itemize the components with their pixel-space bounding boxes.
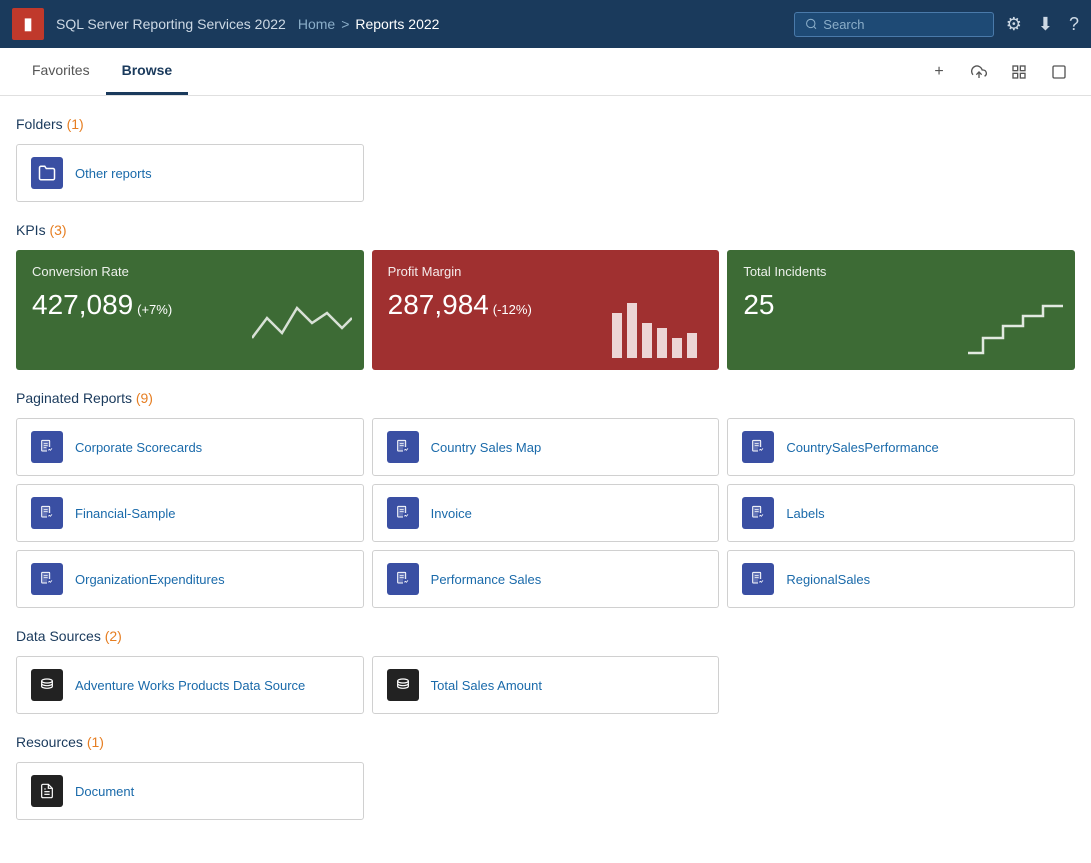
grid-icon <box>1011 64 1027 80</box>
download-icon[interactable]: ⬇ <box>1038 14 1053 35</box>
folders-count: (1) <box>67 116 84 132</box>
report-label: Performance Sales <box>431 572 542 587</box>
list-item[interactable]: Financial-Sample <box>16 484 364 542</box>
kpi-conversion-rate[interactable]: Conversion Rate 427,089 (+7%) <box>16 250 364 370</box>
list-item[interactable]: CountrySalesPerformance <box>727 418 1075 476</box>
folders-grid: Other reports <box>16 144 1075 202</box>
list-item[interactable]: Performance Sales <box>372 550 720 608</box>
kpis-section-header: KPIs (3) <box>16 222 1075 238</box>
upload-button[interactable] <box>963 56 995 88</box>
report-label: RegionalSales <box>786 572 870 587</box>
grid-view-button[interactable] <box>1003 56 1035 88</box>
list-item[interactable]: Adventure Works Products Data Source <box>16 656 364 714</box>
resource-label: Document <box>75 784 134 799</box>
report-label: OrganizationExpenditures <box>75 572 225 587</box>
report-icon <box>31 431 63 463</box>
folder-icon <box>31 157 63 189</box>
settings-icon[interactable]: ⚙ <box>1006 14 1022 35</box>
datasources-grid: Adventure Works Products Data Source Tot… <box>16 656 1075 714</box>
breadcrumb-home[interactable]: Home <box>298 16 335 32</box>
report-label: Financial-Sample <box>75 506 175 521</box>
kpi-change: (+7%) <box>137 302 172 317</box>
list-item[interactable]: Country Sales Map <box>372 418 720 476</box>
kpi-bar-chart <box>607 298 707 358</box>
resources-section-header: Resources (1) <box>16 734 1075 750</box>
list-item[interactable]: RegionalSales <box>727 550 1075 608</box>
report-icon <box>742 497 774 529</box>
list-item[interactable]: Corporate Scorecards <box>16 418 364 476</box>
list-item[interactable]: Invoice <box>372 484 720 542</box>
kpi-total-incidents[interactable]: Total Incidents 25 <box>727 250 1075 370</box>
report-icon <box>387 497 419 529</box>
reports-section-header: Paginated Reports (9) <box>16 390 1075 406</box>
new-button[interactable]: + <box>923 56 955 88</box>
report-label: Corporate Scorecards <box>75 440 202 455</box>
report-label: CountrySalesPerformance <box>786 440 938 455</box>
kpi-profit-margin[interactable]: Profit Margin 287,984 (-12%) <box>372 250 720 370</box>
breadcrumb-separator: > <box>341 16 349 32</box>
upload-icon <box>971 64 987 80</box>
datasources-count: (2) <box>105 628 122 644</box>
details-view-button[interactable] <box>1043 56 1075 88</box>
report-icon <box>742 431 774 463</box>
kpi-title: Conversion Rate <box>32 264 348 279</box>
reports-count: (9) <box>136 390 153 406</box>
kpi-value: 427,089 <box>32 289 133 320</box>
search-icon <box>805 17 818 31</box>
search-box[interactable] <box>794 12 994 37</box>
tab-browse[interactable]: Browse <box>106 48 189 95</box>
folder-label: Other reports <box>75 166 152 181</box>
folders-section-header: Folders (1) <box>16 116 1075 132</box>
resources-count: (1) <box>87 734 104 750</box>
reports-grid: Corporate Scorecards Country Sales Map <box>16 418 1075 608</box>
details-icon <box>1051 64 1067 80</box>
kpi-step-chart <box>963 298 1063 358</box>
help-icon[interactable]: ? <box>1069 14 1079 35</box>
kpi-value: 25 <box>743 289 774 320</box>
datasource-icon <box>387 669 419 701</box>
kpi-title: Profit Margin <box>388 264 704 279</box>
report-icon <box>387 431 419 463</box>
list-item[interactable]: Other reports <box>16 144 364 202</box>
app-header: ▮ SQL Server Reporting Services 2022 Hom… <box>0 0 1091 48</box>
kpis-count: (3) <box>49 222 66 238</box>
datasources-section-header: Data Sources (2) <box>16 628 1075 644</box>
breadcrumb-current: Reports 2022 <box>355 16 439 32</box>
list-item[interactable]: Document <box>16 762 364 820</box>
main-content: Folders (1) Other reports KPIs (3) Conve… <box>0 96 1091 863</box>
report-label: Country Sales Map <box>431 440 542 455</box>
datasource-label: Total Sales Amount <box>431 678 542 693</box>
report-icon <box>31 497 63 529</box>
kpi-change: (-12%) <box>493 302 532 317</box>
kpi-value: 287,984 <box>388 289 489 320</box>
datasource-label: Adventure Works Products Data Source <box>75 678 305 693</box>
tabs-bar: Favorites Browse + <box>0 48 1091 96</box>
list-item[interactable]: Total Sales Amount <box>372 656 720 714</box>
kpi-line-chart <box>252 298 352 358</box>
header-icons: ⚙ ⬇ ? <box>1006 14 1079 35</box>
report-label: Invoice <box>431 506 472 521</box>
resources-grid: Document <box>16 762 1075 820</box>
report-label: Labels <box>786 506 824 521</box>
kpis-grid: Conversion Rate 427,089 (+7%) Profit Mar… <box>16 250 1075 370</box>
tab-actions: + <box>923 56 1075 88</box>
report-icon <box>742 563 774 595</box>
kpi-title: Total Incidents <box>743 264 1059 279</box>
app-logo: ▮ <box>12 8 44 40</box>
list-item[interactable]: OrganizationExpenditures <box>16 550 364 608</box>
report-icon <box>387 563 419 595</box>
report-icon <box>31 563 63 595</box>
app-title: SQL Server Reporting Services 2022 <box>56 16 286 32</box>
tab-favorites[interactable]: Favorites <box>16 48 106 95</box>
list-item[interactable]: Labels <box>727 484 1075 542</box>
search-input[interactable] <box>823 17 982 32</box>
tab-list: Favorites Browse <box>16 48 188 95</box>
datasource-icon <box>31 669 63 701</box>
document-icon <box>31 775 63 807</box>
breadcrumb: Home > Reports 2022 <box>298 16 440 32</box>
